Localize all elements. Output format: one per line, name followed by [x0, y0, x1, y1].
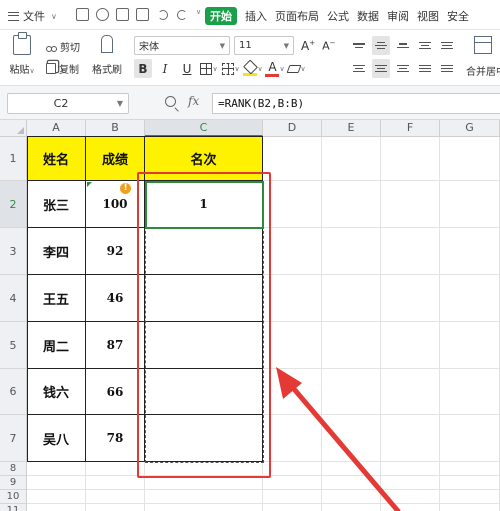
redo-icon[interactable]	[176, 8, 189, 21]
tab-review[interactable]: 审阅	[387, 8, 409, 24]
alignment-group	[350, 36, 456, 78]
quick-access-toolbar: ∨	[76, 8, 201, 21]
align-middle-button[interactable]	[372, 36, 390, 55]
ribbon-tabs: 开始 插入 页面布局 公式 数据 审阅 视图 安全	[205, 7, 469, 25]
cut-button[interactable]: 剪切	[46, 37, 80, 55]
align-bottom-button[interactable]	[394, 36, 412, 55]
format-painter-button[interactable]: 格式刷	[92, 35, 122, 76]
file-menu[interactable]: 文件 ∨	[8, 8, 57, 24]
underline-button[interactable]: U	[178, 59, 196, 78]
tab-security[interactable]: 安全	[447, 8, 469, 24]
copy-icon	[46, 62, 56, 74]
copy-button[interactable]: 复制	[46, 59, 80, 77]
clear-button[interactable]: ∨	[286, 59, 306, 78]
align-left-button[interactable]	[350, 59, 368, 78]
chevron-down-icon: ▼	[283, 41, 289, 50]
tab-view[interactable]: 视图	[417, 8, 439, 24]
tab-formulas[interactable]: 公式	[327, 8, 349, 24]
formula-input[interactable]: =RANK(B2,B:B)	[212, 93, 500, 114]
font-name-value: 宋体	[139, 42, 159, 53]
merge-center-label: 合并居中	[466, 67, 500, 78]
hamburger-icon	[8, 11, 19, 21]
tab-home[interactable]: 开始	[205, 7, 237, 25]
align-center-button[interactable]	[372, 59, 390, 78]
worksheet-grid[interactable]: A B C D E F G 1 2 3 4 5 6 7 8 9 10 11 姓名…	[0, 120, 500, 511]
paste-button[interactable]: 粘贴∨	[8, 32, 36, 76]
formula-bar: C2 ▼ fx =RANK(B2,B:B)	[0, 86, 500, 120]
justify-button[interactable]	[416, 59, 434, 78]
clipboard-group: 剪切 复制	[46, 37, 80, 77]
ribbon-home: 粘贴∨ 剪切 复制 格式刷 宋体 ▼ 11 ▼ A+ A− B I U ∨ ∨	[0, 30, 500, 86]
grow-font-button[interactable]: A+	[301, 39, 315, 53]
copy-label: 复制	[59, 64, 79, 76]
border-icon	[200, 62, 213, 75]
font-size-select[interactable]: 11 ▼	[234, 36, 294, 55]
brush-icon	[101, 35, 113, 53]
cell-style-icon	[222, 62, 235, 75]
font-style-row: B I U ∨ ∨ ∨ A ∨ ∨	[134, 59, 306, 78]
tab-data[interactable]: 数据	[357, 8, 379, 24]
tab-page-layout[interactable]: 页面布局	[275, 8, 319, 24]
cut-label: 剪切	[60, 42, 80, 54]
chevron-down-icon: ▼	[219, 41, 225, 50]
print-icon[interactable]	[116, 8, 129, 21]
save-icon[interactable]	[76, 8, 89, 21]
wrap-text-button[interactable]	[438, 36, 456, 55]
name-box-value: C2	[53, 97, 69, 110]
clipboard-icon	[13, 32, 31, 55]
align-top-button[interactable]	[350, 36, 368, 55]
merge-center-button[interactable]: 合并居中	[466, 36, 500, 78]
align-right-button[interactable]	[394, 59, 412, 78]
chevron-down-icon[interactable]: ∨	[196, 8, 201, 21]
fill-color-button[interactable]: ∨	[243, 59, 263, 78]
merge-cells-icon	[474, 36, 492, 54]
indent-decrease-button[interactable]	[416, 36, 434, 55]
font-row: 宋体 ▼ 11 ▼ A+ A−	[134, 36, 336, 55]
format-painter-label: 格式刷	[92, 65, 122, 76]
annotation-arrow	[276, 367, 401, 511]
font-color-glyph: A	[268, 59, 277, 74]
scissors-icon	[46, 41, 57, 52]
paste-label: 粘贴	[9, 65, 30, 76]
bold-button[interactable]: B	[134, 59, 152, 78]
border-button[interactable]: ∨	[200, 59, 218, 78]
cell-style-button[interactable]: ∨	[222, 59, 240, 78]
distribute-button[interactable]	[438, 59, 456, 78]
zoom-icon[interactable]	[165, 96, 176, 107]
font-color-button[interactable]: A ∨	[265, 59, 285, 78]
tab-insert[interactable]: 插入	[245, 8, 267, 24]
font-color-swatch	[265, 73, 280, 77]
file-menu-label: 文件	[23, 10, 45, 23]
insert-function-icon[interactable]: fx	[188, 94, 199, 108]
shrink-font-button[interactable]: A−	[322, 39, 335, 53]
export-icon[interactable]	[96, 8, 109, 21]
chevron-down-icon: ▼	[116, 99, 123, 108]
undo-icon[interactable]	[156, 8, 169, 21]
font-name-select[interactable]: 宋体 ▼	[134, 36, 230, 55]
italic-button[interactable]: I	[156, 59, 174, 78]
print-preview-icon[interactable]	[136, 8, 149, 21]
name-box[interactable]: C2 ▼	[7, 93, 129, 114]
chevron-down-icon: ∨	[51, 11, 57, 21]
menu-bar: 文件 ∨ ∨ 开始 插入 页面布局 公式 数据 审阅 视图 安全	[0, 0, 500, 30]
font-size-value: 11	[239, 40, 252, 51]
